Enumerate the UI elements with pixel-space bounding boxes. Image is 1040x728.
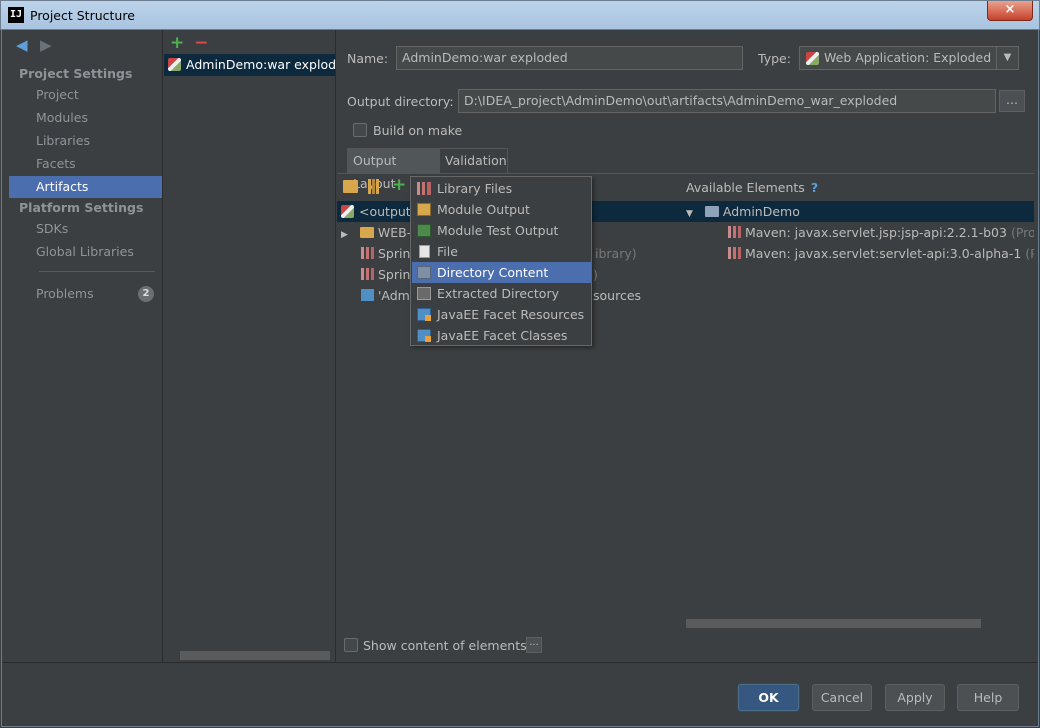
menu-item-extracted-directory[interactable]: Extracted Directory	[412, 283, 591, 304]
forward-arrow-icon[interactable]: ▶	[40, 36, 60, 54]
nav-item-artifacts[interactable]: Artifacts	[9, 176, 162, 198]
apply-button[interactable]: Apply	[885, 684, 945, 711]
available-item[interactable]: Maven: javax.servlet.jsp:jsp-api:2.2.1-b…	[728, 222, 1034, 243]
problems-count-badge: 2	[138, 286, 154, 302]
show-content-label: Show content of elements	[363, 638, 527, 653]
settings-nav: ◀ ▶ Project Settings Project Modules Lib…	[9, 30, 163, 662]
nav-separator	[39, 271, 155, 272]
nav-item-modules[interactable]: Modules	[9, 107, 162, 129]
window-title: Project Structure	[30, 8, 135, 23]
directory-content-icon	[417, 266, 431, 279]
project-settings-header: Project Settings	[19, 66, 133, 81]
add-element-popup-menu: Library Files Module Output Module Test …	[410, 176, 592, 346]
cancel-button[interactable]: Cancel	[812, 684, 872, 711]
javaee-facet-icon	[361, 289, 374, 301]
platform-settings-header: Platform Settings	[19, 200, 144, 215]
layout-tree-suffix: sources	[593, 288, 642, 303]
show-content-options-button[interactable]: ...	[526, 637, 542, 653]
library-icon	[728, 226, 741, 238]
layout-tree-row-web-inf[interactable]: ▶ WEB-I	[341, 222, 415, 243]
intellij-app-icon: IJ	[8, 7, 24, 23]
add-element-icon[interactable]: +	[392, 175, 406, 195]
create-directory-icon[interactable]	[343, 180, 358, 193]
tab-validation[interactable]: Validation	[439, 148, 508, 173]
folder-icon	[359, 227, 374, 238]
create-archive-icon[interactable]	[368, 179, 379, 194]
tab-output-layout[interactable]: Output Layout	[347, 148, 440, 191]
bottom-separator	[2, 662, 1038, 663]
name-label: Name:	[347, 51, 389, 66]
available-root-label: AdminDemo	[722, 204, 800, 219]
library-icon	[361, 247, 374, 259]
artifact-list-panel: +− AdminDemo:war exploded	[164, 30, 336, 662]
war-artifact-icon	[341, 205, 354, 218]
module-output-icon	[417, 203, 431, 216]
output-directory-label: Output directory:	[347, 94, 454, 109]
menu-item-library-files[interactable]: Library Files	[412, 178, 591, 199]
available-tree-root[interactable]: ▼ AdminDemo	[682, 201, 1034, 222]
module-folder-icon	[704, 206, 719, 217]
expand-arrow-icon[interactable]: ▶	[341, 230, 348, 240]
help-button[interactable]: Help	[957, 684, 1019, 711]
nav-item-libraries[interactable]: Libraries	[9, 130, 162, 152]
library-icon	[417, 182, 431, 195]
chevron-down-icon[interactable]: ▼	[996, 47, 1018, 69]
menu-item-module-test-output[interactable]: Module Test Output	[412, 220, 591, 241]
type-select[interactable]: Web Application: Exploded ▼	[799, 46, 1019, 70]
build-on-make-label: Build on make	[373, 123, 463, 138]
layout-tree-suffix: )	[593, 267, 598, 282]
layout-tree-label: 'Admi	[377, 288, 414, 303]
collapse-arrow-icon[interactable]: ▼	[686, 209, 693, 219]
build-on-make-checkbox[interactable]	[353, 123, 367, 137]
show-content-checkbox[interactable]	[344, 638, 358, 652]
artifact-list-scrollbar[interactable]	[180, 651, 330, 660]
menu-item-file[interactable]: File	[412, 241, 591, 262]
window-close-button[interactable]: ×	[987, 1, 1033, 21]
nav-item-sdks[interactable]: SDKs	[9, 218, 162, 240]
remove-artifact-icon[interactable]: −	[194, 33, 208, 53]
add-artifact-icon[interactable]: +	[170, 33, 184, 53]
help-question-icon[interactable]: ?	[811, 180, 818, 195]
artifact-list-item[interactable]: AdminDemo:war exploded	[164, 54, 335, 76]
name-input[interactable]: AdminDemo:war exploded	[396, 46, 743, 70]
browse-output-directory-button[interactable]: ...	[999, 90, 1025, 112]
nav-item-global-libraries[interactable]: Global Libraries	[9, 241, 162, 263]
menu-item-module-output[interactable]: Module Output	[412, 199, 591, 220]
available-elements-header: Available Elements?	[686, 180, 819, 195]
type-label: Type:	[758, 51, 791, 66]
artifact-name: AdminDemo:war exploded	[186, 57, 335, 72]
file-icon	[419, 245, 430, 258]
problems-label: Problems	[36, 286, 94, 301]
nav-item-problems[interactable]: Problems 2	[9, 283, 162, 305]
nav-item-facets[interactable]: Facets	[9, 153, 162, 175]
menu-item-directory-content[interactable]: Directory Content	[412, 262, 591, 283]
back-arrow-icon[interactable]: ◀	[16, 36, 36, 54]
ok-button[interactable]: OK	[738, 684, 799, 711]
web-app-type-icon	[806, 52, 819, 65]
available-elements-scrollbar[interactable]	[686, 619, 981, 628]
javaee-facet-icon	[417, 329, 431, 342]
menu-item-javaee-facet-resources[interactable]: JavaEE Facet Resources	[412, 304, 591, 325]
library-icon	[728, 247, 741, 259]
title-bar: IJ Project Structure ×	[0, 0, 1040, 30]
type-select-value: Web Application: Exploded	[824, 50, 992, 65]
library-icon	[361, 268, 374, 280]
project-structure-window: ◀ ▶ Project Settings Project Modules Lib…	[1, 30, 1039, 727]
available-item[interactable]: Maven: javax.servlet:servlet-api:3.0-alp…	[728, 243, 1034, 264]
nav-item-project[interactable]: Project	[9, 84, 162, 106]
war-artifact-icon	[168, 58, 181, 71]
layout-tree-suffix: ibrary)	[595, 246, 637, 261]
output-directory-input[interactable]: D:\IDEA_project\AdminDemo\out\artifacts\…	[458, 89, 996, 113]
module-test-output-icon	[417, 224, 431, 237]
extracted-directory-icon	[417, 287, 431, 300]
menu-item-javaee-facet-classes[interactable]: JavaEE Facet Classes	[412, 325, 591, 346]
javaee-facet-icon	[417, 308, 431, 321]
